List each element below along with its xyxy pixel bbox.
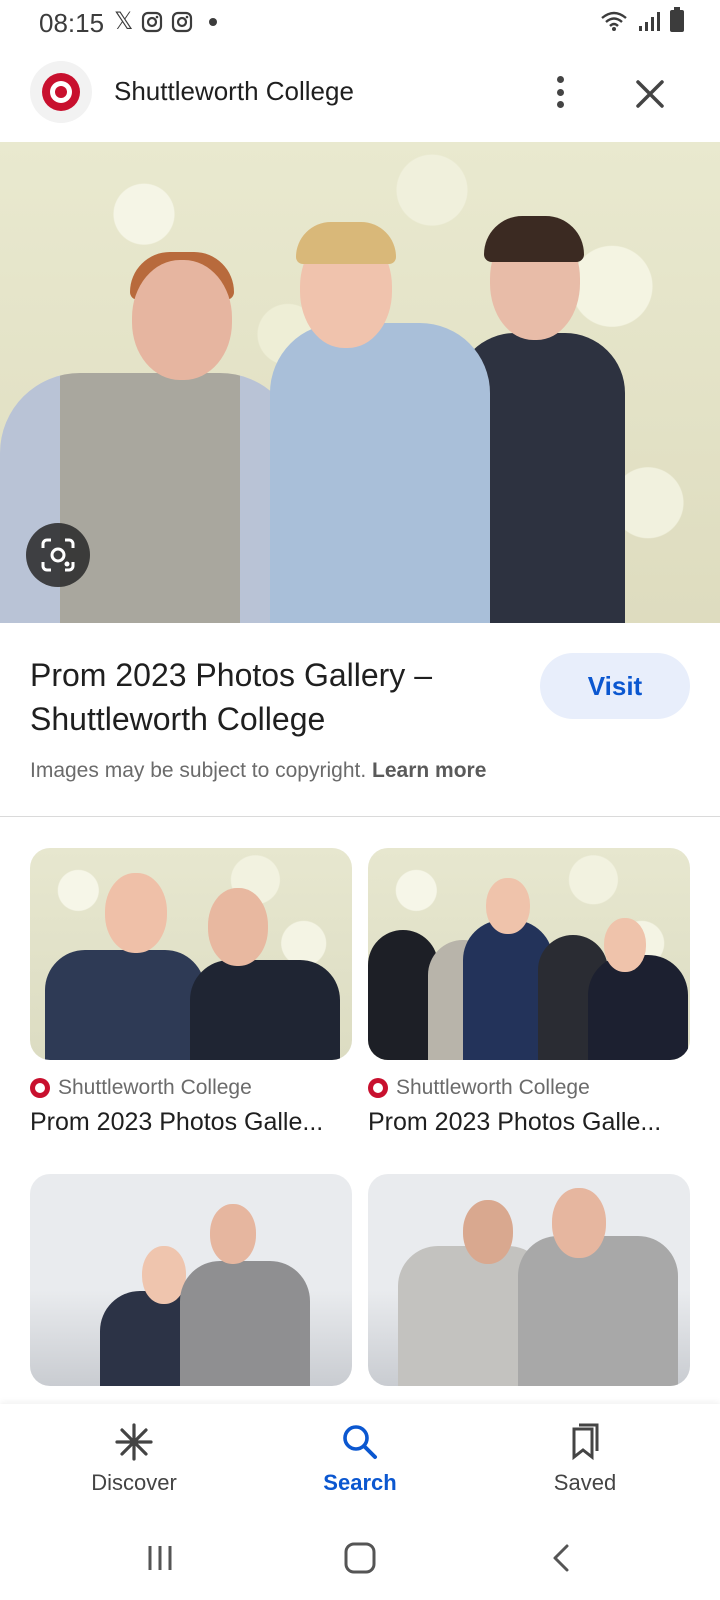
nav-label: Discover (91, 1470, 177, 1495)
status-bar: 08:15 𝕏 (0, 0, 720, 46)
related-title[interactable]: Prom 2023 Photos Galle... (368, 1108, 690, 1137)
photo-figure (270, 323, 490, 623)
nav-saved[interactable]: Saved (515, 1422, 655, 1496)
recents-icon (148, 1546, 172, 1570)
nav-label: Search (323, 1470, 397, 1495)
learn-more-link[interactable]: Learn more (372, 759, 486, 782)
more-vert-icon (556, 76, 564, 83)
back-icon (553, 1544, 569, 1572)
system-status-icons (600, 7, 684, 32)
dot-icon (209, 18, 218, 26)
related-thumbnail[interactable] (30, 848, 352, 1060)
related-title[interactable]: Prom 2023 Photos Galle... (30, 1108, 352, 1137)
rose-logo-icon (30, 1078, 50, 1098)
instagram-icon (172, 11, 193, 33)
related-source: Shuttleworth College (368, 1076, 690, 1100)
site-logo[interactable] (30, 61, 92, 123)
lens-button[interactable] (26, 523, 90, 587)
copyright-text: Images may be subject to copyright. (30, 759, 367, 782)
related-card[interactable] (368, 1174, 690, 1386)
copyright-notice: Images may be subject to copyright. Lear… (30, 759, 486, 783)
related-card[interactable] (30, 1174, 352, 1386)
status-time: 08:15 (39, 8, 105, 38)
home-icon (344, 1542, 376, 1574)
notification-icons: 𝕏 (114, 8, 218, 35)
related-thumbnail[interactable] (368, 848, 690, 1060)
related-thumbnail[interactable] (30, 1174, 352, 1386)
result-header: Shuttleworth College (0, 46, 720, 142)
related-source: Shuttleworth College (30, 1076, 352, 1100)
lens-icon (41, 538, 75, 572)
result-info: Prom 2023 Photos Gallery – Shuttleworth … (0, 623, 720, 817)
result-title[interactable]: Prom 2023 Photos Gallery – Shuttleworth … (30, 653, 500, 741)
asterisk-icon (115, 1423, 153, 1461)
bookmarks-icon (572, 1423, 599, 1461)
instagram-icon (142, 11, 163, 33)
nav-search[interactable]: Search (290, 1422, 430, 1496)
wifi-icon (601, 11, 627, 31)
rose-logo-icon (368, 1078, 388, 1098)
nav-label: Saved (553, 1470, 617, 1495)
visit-button[interactable]: Visit (540, 653, 690, 719)
x-icon: 𝕏 (114, 8, 134, 35)
close-icon (636, 80, 664, 108)
hero-image[interactable] (0, 142, 720, 623)
related-card[interactable]: Shuttleworth College Prom 2023 Photos Ga… (368, 848, 690, 1137)
photo-figure (0, 373, 300, 623)
related-thumbnail[interactable] (368, 1174, 690, 1386)
related-card[interactable]: Shuttleworth College Prom 2023 Photos Ga… (30, 848, 352, 1137)
back-button[interactable] (542, 1540, 582, 1576)
site-name[interactable]: Shuttleworth College (114, 76, 354, 107)
more-options-button[interactable] (545, 72, 575, 112)
close-button[interactable] (630, 74, 670, 114)
home-button[interactable] (340, 1540, 380, 1576)
search-icon (343, 1425, 377, 1459)
rose-logo-icon (42, 73, 80, 111)
source-name: Shuttleworth College (396, 1076, 590, 1099)
signal-icon (639, 12, 660, 31)
nav-discover[interactable]: Discover (64, 1422, 204, 1496)
battery-icon (670, 7, 684, 32)
bottom-navigation: Discover Search Saved (0, 1404, 720, 1516)
system-navigation-bar (0, 1516, 720, 1600)
recents-button[interactable] (140, 1540, 180, 1576)
source-name: Shuttleworth College (58, 1076, 252, 1099)
